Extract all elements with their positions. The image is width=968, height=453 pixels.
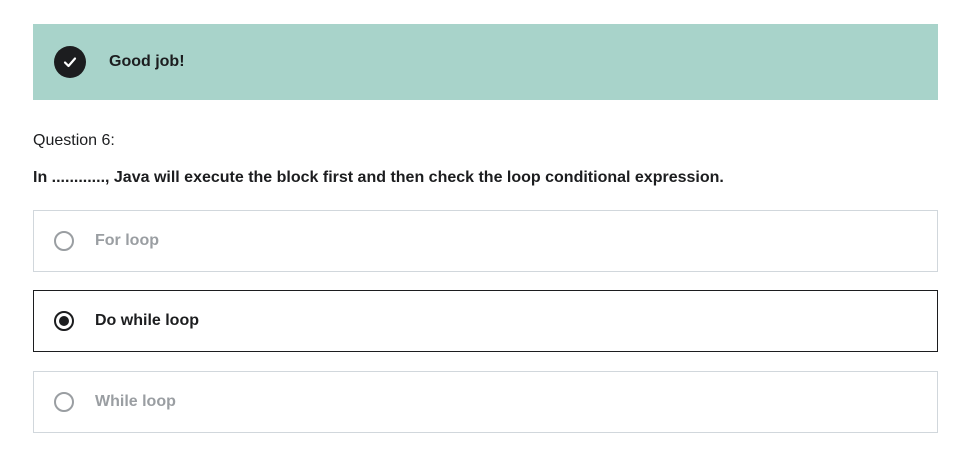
answer-label: For loop (95, 232, 159, 249)
radio-button[interactable] (54, 231, 74, 251)
answer-option-for-loop[interactable]: For loop (33, 210, 938, 272)
radio-button-selected[interactable] (54, 311, 74, 331)
answer-option-while-loop[interactable]: While loop (33, 371, 938, 433)
result-banner: Good job! (33, 24, 938, 100)
result-message: Good job! (109, 53, 185, 70)
question-number: Question 6: (33, 132, 115, 149)
answer-label: While loop (95, 393, 176, 410)
answer-option-do-while-loop[interactable]: Do while loop (33, 290, 938, 352)
radio-dot (59, 316, 69, 326)
radio-button[interactable] (54, 392, 74, 412)
check-circle-icon (54, 46, 86, 78)
answer-label: Do while loop (95, 312, 199, 329)
question-text: In ............, Java will execute the b… (33, 169, 724, 186)
